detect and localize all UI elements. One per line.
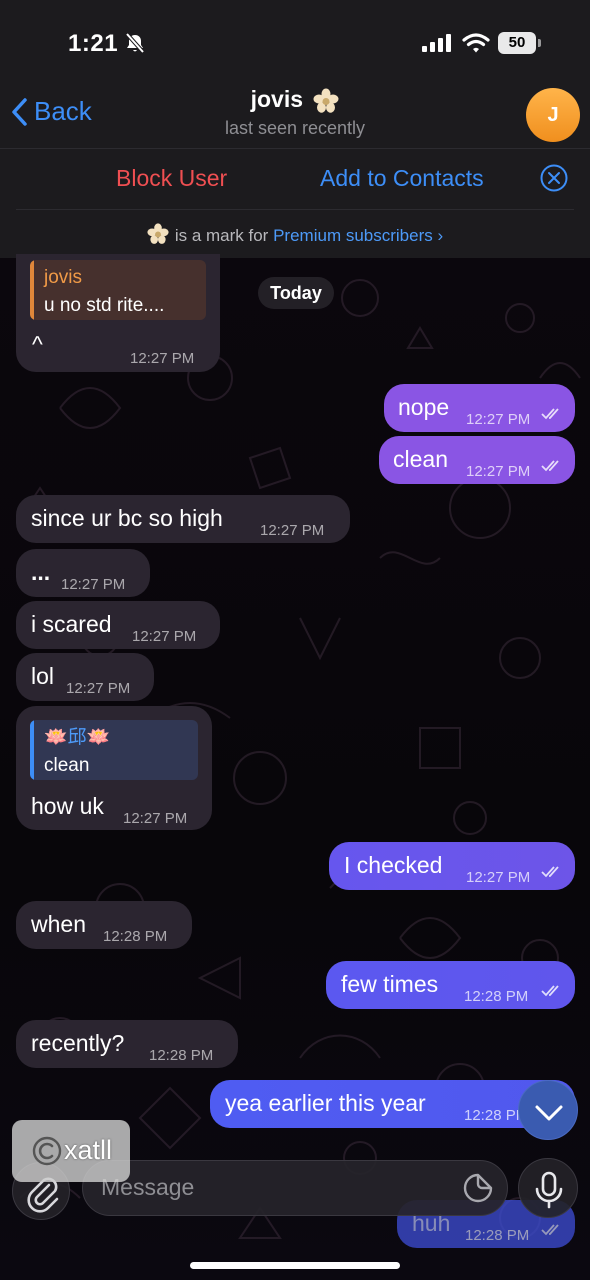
status-bar: 1:21 50 [0,0,590,90]
message-incoming[interactable]: 🪷邱🪷 clean how uk 12:27 PM [16,706,212,830]
message-time: 12:28 PM [103,928,168,945]
message-incoming[interactable]: when 12:28 PM [16,901,192,949]
copyright-icon [32,1136,62,1166]
divider [16,209,574,210]
clock: 1:21 [68,30,119,57]
signal-icon [422,34,451,52]
scroll-to-bottom-button[interactable] [518,1080,578,1140]
contact-status: last seen recently [224,118,366,138]
double-check-icon [541,985,559,997]
chevron-right-icon: › [437,226,444,245]
message-incoming[interactable]: recently? 12:28 PM [16,1020,238,1068]
message-text: recently? [31,1030,125,1056]
block-user-button[interactable]: Block User [116,165,227,192]
voice-record-button[interactable] [518,1158,578,1218]
premium-flower-icon [313,88,339,113]
message-time: 12:27 PM [66,680,131,697]
message-text: ^ [32,331,43,357]
message-incoming[interactable]: since ur bc so high 12:27 PM [16,495,350,543]
double-check-icon [541,460,559,472]
bell-slash-icon [125,32,145,54]
contact-name[interactable]: jovis [0,86,590,114]
message-text: yea earlier this year [225,1090,426,1116]
message-text: ... [31,559,51,585]
message-time: 12:27 PM [466,463,531,480]
sticker-icon[interactable] [463,1173,493,1203]
premium-flower-icon [147,223,169,244]
message-text: clean [393,446,448,472]
message-input[interactable]: Message [82,1160,508,1216]
message-text: since ur bc so high [31,505,223,531]
message-outgoing[interactable]: few times 12:28 PM [326,961,575,1009]
battery-level: 50 [508,34,526,51]
premium-link[interactable]: Premium subscribers [273,226,433,245]
close-circle-icon[interactable] [540,164,568,192]
premium-note-text: is a mark for [174,226,269,245]
message-text: lol [31,663,55,689]
message-text: how uk [31,793,104,819]
avatar[interactable]: J [526,88,580,142]
message-incoming[interactable]: jovis u no std rite.... ^ 12:27 PM [16,254,220,372]
reply-author: jovis [44,267,83,288]
message-incoming[interactable]: i scared 12:27 PM [16,601,220,649]
message-time: 12:27 PM [260,522,325,539]
battery-indicator: 50 [498,32,542,54]
message-time: 12:27 PM [61,576,126,593]
message-incoming[interactable]: lol 12:27 PM [16,653,154,701]
message-time: 12:27 PM [130,350,195,367]
double-check-icon [541,866,559,878]
premium-note[interactable]: is a mark for Premium subscribers › [0,223,590,246]
add-to-contacts-button[interactable]: Add to Contacts [320,165,484,192]
chevron-down-icon [535,1105,563,1121]
message-text: i scared [31,611,112,637]
message-time: 12:27 PM [123,810,188,827]
message-incoming[interactable]: ... 12:27 PM [16,549,150,597]
double-check-icon [541,1224,559,1236]
message-text: I checked [344,852,443,878]
message-text: when [31,911,86,937]
reply-text: u no std rite.... [44,295,165,316]
wifi-icon [462,33,490,53]
double-check-icon [541,408,559,420]
watermark-text: xatll [64,1135,113,1165]
message-time: 12:28 PM [464,988,529,1005]
reply-text: clean [44,755,90,776]
message-time: 12:27 PM [466,869,531,886]
message-outgoing[interactable]: clean 12:27 PM [379,436,575,484]
message-time: 12:27 PM [466,411,531,428]
microphone-icon [535,1171,563,1209]
action-bar: Block User Add to Contacts is a mark for… [0,148,590,258]
home-indicator[interactable] [190,1262,400,1269]
reply-preview[interactable]: jovis u no std rite.... [30,260,206,320]
message-time: 12:28 PM [465,1227,530,1244]
message-text: nope [398,394,450,420]
message-time: 12:27 PM [132,628,197,645]
message-text: few times [341,971,439,997]
message-outgoing[interactable]: I checked 12:27 PM [329,842,575,890]
date-separator: Today [258,277,334,309]
contact-name-text: jovis [250,86,304,112]
reply-preview[interactable]: 🪷邱🪷 clean [30,720,198,780]
message-outgoing[interactable]: nope 12:27 PM [384,384,575,432]
chat-header: Back jovis last seen recently J [0,86,590,148]
reply-author: 🪷邱🪷 [44,727,111,748]
message-time: 12:28 PM [149,1047,214,1064]
watermark: xatll [12,1120,130,1182]
